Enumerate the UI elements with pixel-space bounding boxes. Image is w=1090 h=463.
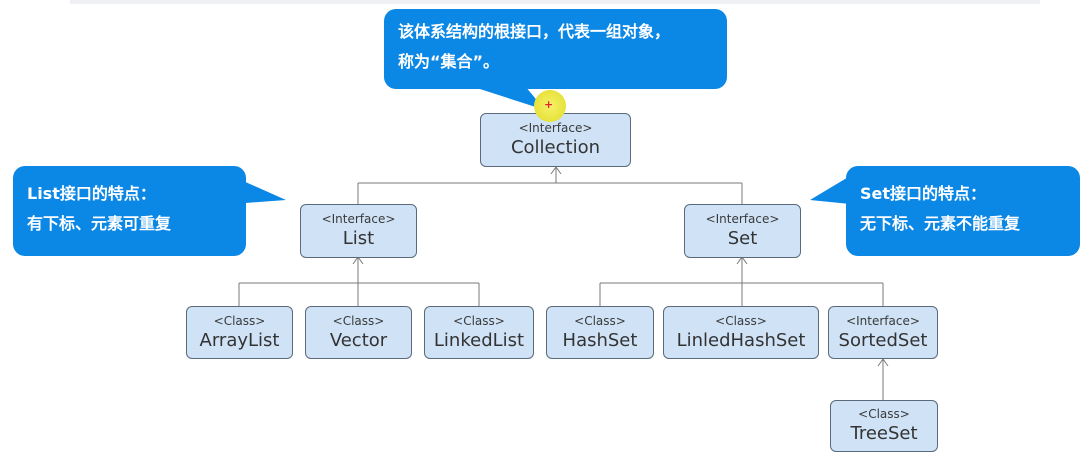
node-name: Vector xyxy=(329,329,388,351)
node-arraylist: <Class> ArrayList xyxy=(186,306,293,359)
node-name: SortedSet xyxy=(838,329,928,351)
node-stereotype: <Interface> xyxy=(846,313,920,328)
node-stereotype: <Interface> xyxy=(518,121,593,135)
cursor-crosshair-icon: + xyxy=(544,98,554,111)
node-name: Collection xyxy=(510,137,601,158)
callout-set: Set接口的特点： 无下标、元素不能重复 xyxy=(846,166,1080,256)
node-treeset: <Class> TreeSet xyxy=(830,400,938,452)
node-stereotype: <Class> xyxy=(574,313,626,328)
callout-line: 称为“集合”。 xyxy=(398,52,500,71)
node-name: HashSet xyxy=(562,329,638,351)
node-list: <Interface> List xyxy=(300,204,417,258)
node-stereotype: <Class> xyxy=(858,407,910,421)
node-name: ArrayList xyxy=(199,329,280,351)
node-stereotype: <Class> xyxy=(213,313,266,328)
node-name: LinledHashSet xyxy=(676,329,806,351)
node-stereotype: <Interface> xyxy=(705,212,780,226)
node-stereotype: <Class> xyxy=(332,313,385,328)
node-name: Set xyxy=(727,228,758,249)
node-stereotype: <Interface> xyxy=(321,212,396,226)
callout-collection: 该体系结构的根接口，代表一组对象， 称为“集合”。 xyxy=(384,9,727,89)
node-hashset: <Class> HashSet xyxy=(546,306,654,359)
node-vector: <Class> Vector xyxy=(305,306,412,359)
callout-line: 该体系结构的根接口，代表一组对象， xyxy=(398,22,671,41)
node-name: TreeSet xyxy=(850,423,918,444)
node-name: LinkedList xyxy=(433,329,525,351)
callout-list: List接口的特点： 有下标、元素可重复 xyxy=(13,166,246,256)
node-set: <Interface> Set xyxy=(684,204,801,258)
callout-line: Set接口的特点： xyxy=(860,184,987,203)
callout-line: 无下标、元素不能重复 xyxy=(860,214,1021,233)
node-collection: <Interface> Collection xyxy=(480,113,631,167)
callout-line: List接口的特点： xyxy=(27,184,156,203)
slide: <Interface> Collection <Interface> List … xyxy=(0,0,1090,463)
node-stereotype: <Class> xyxy=(453,313,505,328)
node-linledhashset: <Class> LinledHashSet xyxy=(663,306,819,359)
node-stereotype: <Class> xyxy=(715,313,767,328)
callout-line: 有下标、元素可重复 xyxy=(27,214,172,233)
node-sortedset: <Interface> SortedSet xyxy=(828,306,938,359)
node-linkedlist: <Class> LinkedList xyxy=(424,306,534,359)
node-name: List xyxy=(342,228,375,249)
